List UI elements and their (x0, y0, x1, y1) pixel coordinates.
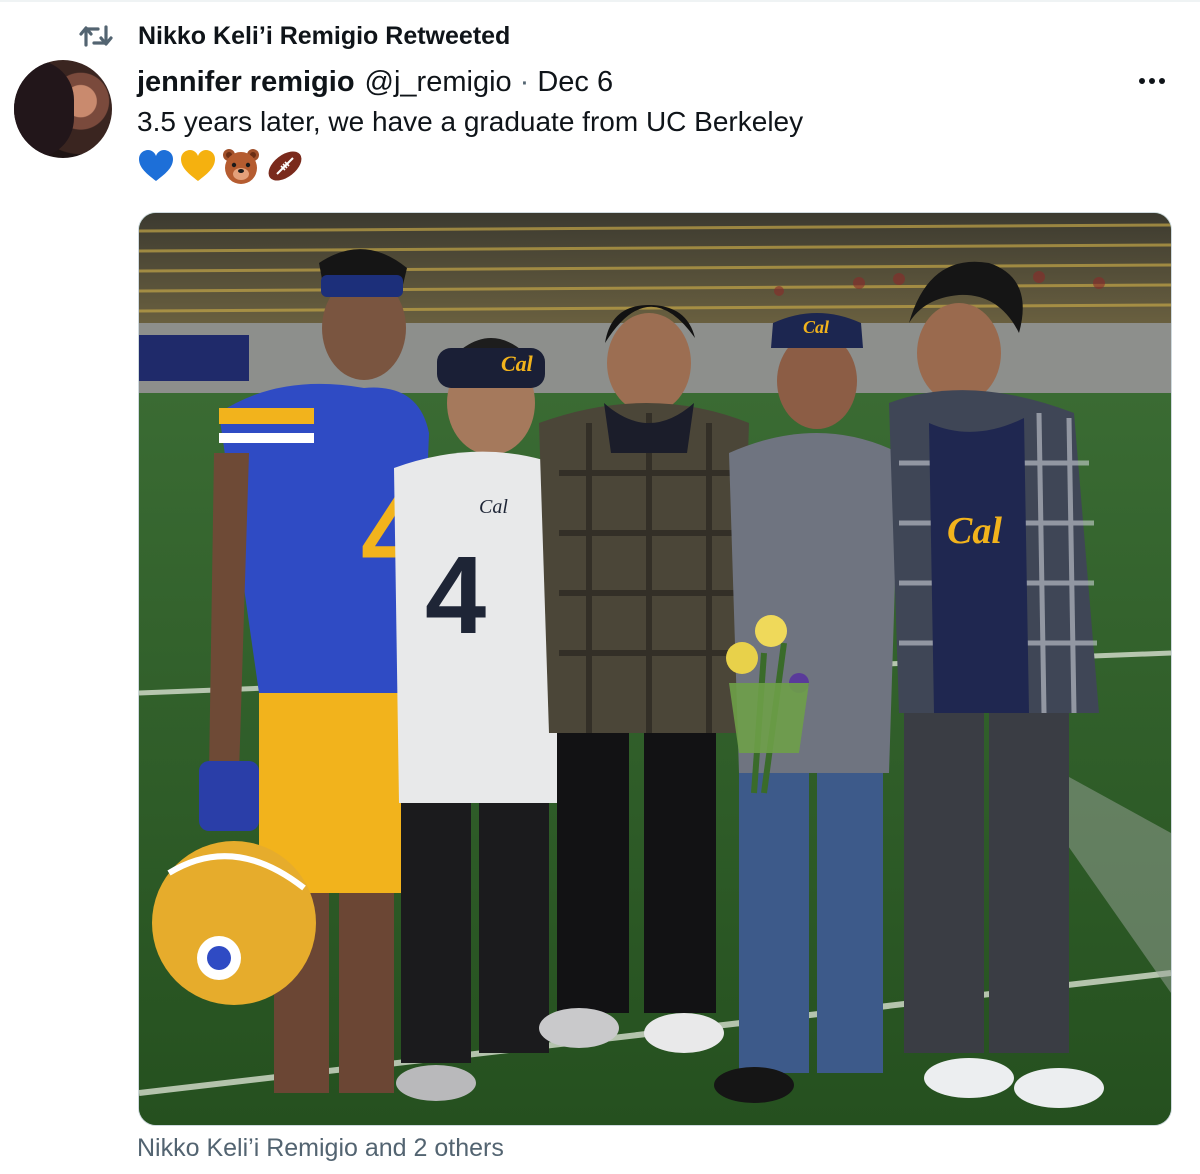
tweet-header: jennifer remigio @j_remigio · Dec 6 (137, 60, 613, 104)
top-divider (0, 0, 1200, 2)
tweet-date[interactable]: Dec 6 (537, 66, 613, 99)
author-handle[interactable]: @j_remigio (365, 66, 512, 99)
emoji-row (137, 146, 309, 186)
svg-text:4: 4 (425, 534, 486, 657)
svg-text:Cal: Cal (803, 317, 829, 337)
svg-text:Cal: Cal (947, 510, 1002, 552)
american-football-emoji (268, 151, 302, 181)
tweet-text: 3.5 years later, we have a graduate from… (137, 106, 804, 137)
retweet-icon (78, 21, 114, 51)
svg-text:Cal: Cal (501, 351, 534, 376)
bear-face-emoji (223, 149, 259, 184)
more-options-button[interactable] (1132, 66, 1172, 96)
tagged-people-link[interactable]: Nikko Keli’i Remigio and 2 others (137, 1134, 504, 1163)
retweet-context[interactable]: Nikko Keli’i Remigio Retweeted (78, 18, 510, 54)
retweet-label[interactable]: Nikko Keli’i Remigio Retweeted (138, 22, 510, 51)
yellow-heart-emoji (181, 150, 215, 181)
tweet-photo[interactable]: 4 Cal 4 Cal Cal Cal (138, 212, 1172, 1126)
blue-heart-emoji (139, 150, 173, 181)
author-avatar[interactable] (14, 60, 112, 158)
photo-scene: 4 Cal 4 Cal Cal Cal (139, 213, 1171, 1125)
header-separator: · (519, 65, 530, 98)
more-horizontal-icon (1139, 78, 1145, 84)
author-name[interactable]: jennifer remigio (137, 66, 355, 99)
svg-text:Cal: Cal (479, 496, 508, 518)
